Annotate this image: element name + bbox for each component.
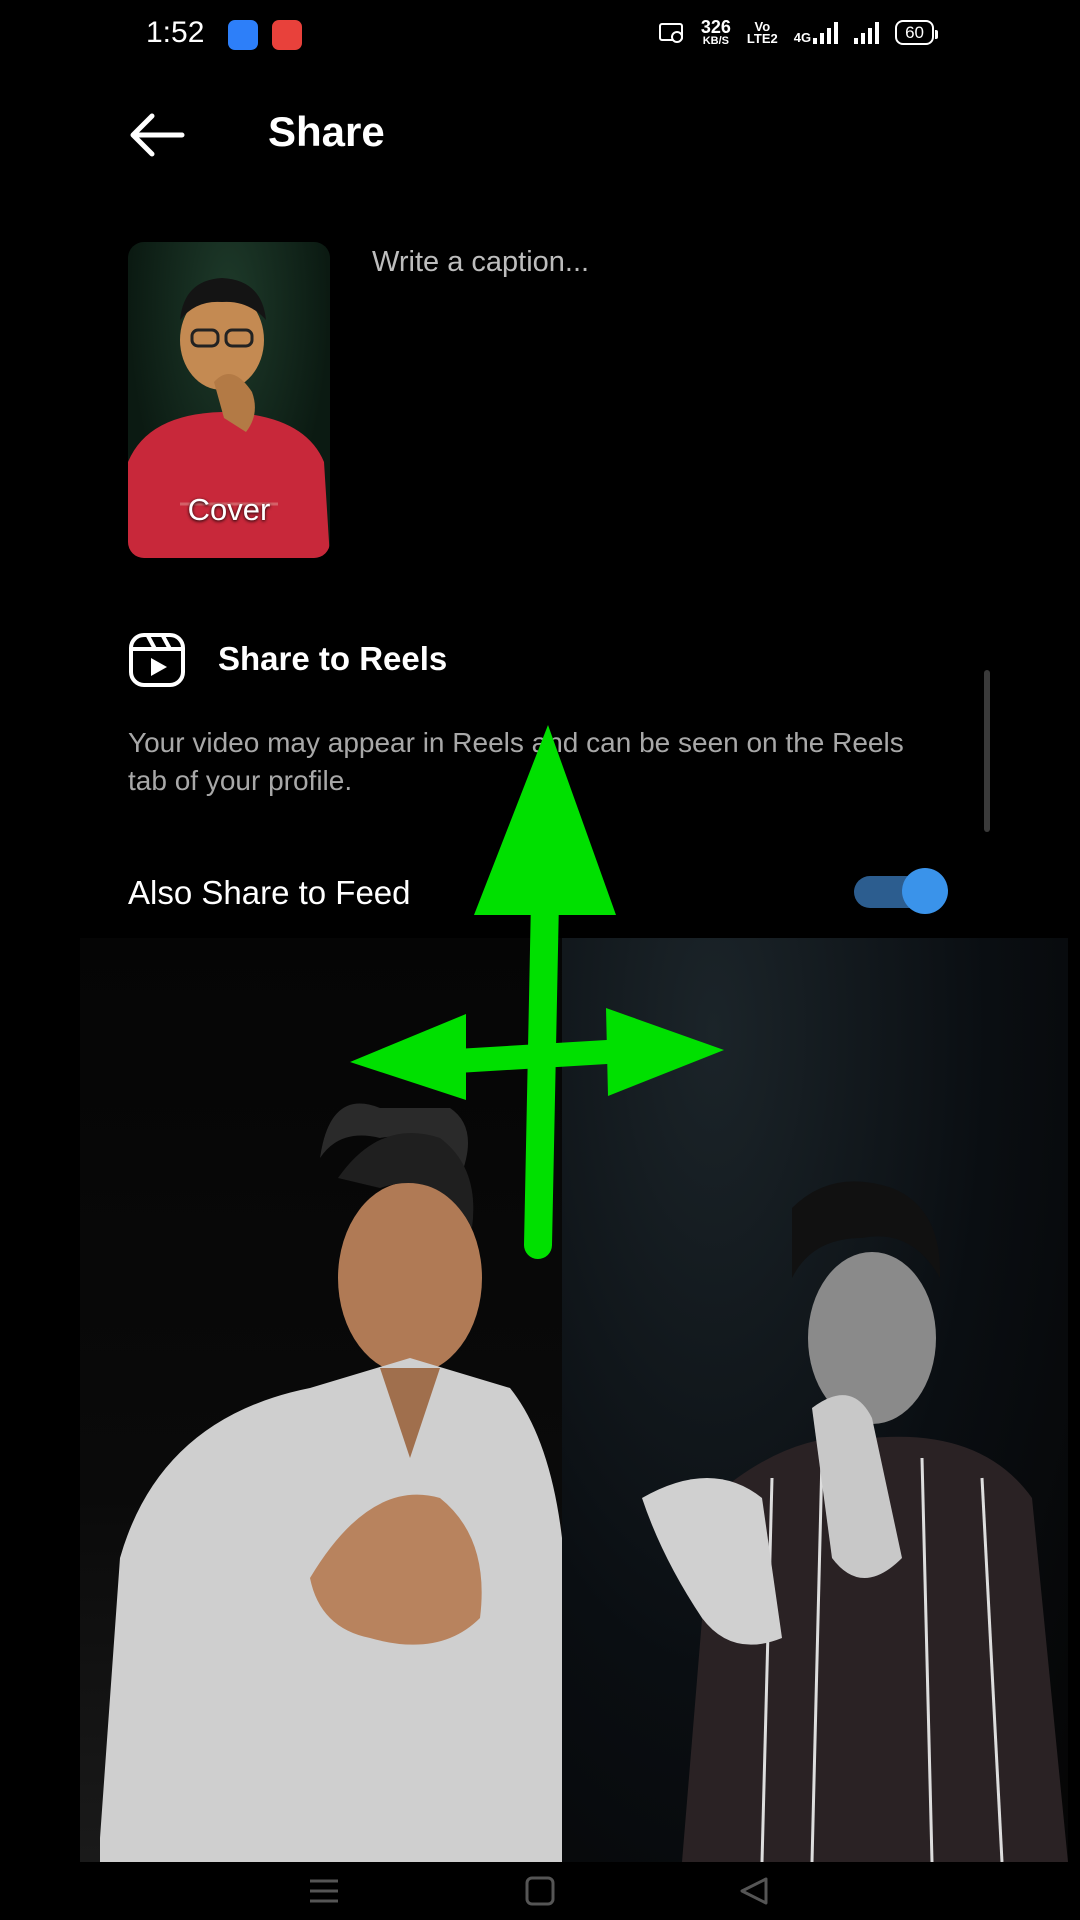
menu-icon[interactable]: [308, 1876, 340, 1906]
system-nav-bar: [0, 1862, 1080, 1920]
back-triangle-icon[interactable]: [738, 1876, 770, 1906]
move-arrows-icon: [350, 725, 724, 1259]
home-square-icon[interactable]: [524, 1876, 556, 1906]
